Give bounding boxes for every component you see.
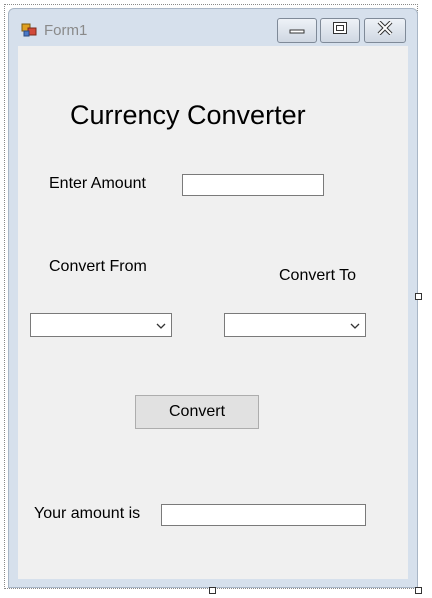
convert-button[interactable]: Convert <box>135 395 259 429</box>
minimize-icon <box>289 22 305 40</box>
minimize-button[interactable] <box>277 18 317 43</box>
convert-from-label: Convert From <box>49 258 147 275</box>
close-button[interactable] <box>364 18 406 43</box>
form-app-icon <box>21 22 37 38</box>
resize-handle-corner[interactable] <box>415 587 422 594</box>
amount-label: Enter Amount <box>49 175 146 192</box>
result-output[interactable] <box>161 504 366 526</box>
page-title: Currency Converter <box>70 100 306 130</box>
chevron-down-icon <box>349 319 361 331</box>
chevron-down-icon <box>155 319 167 331</box>
window-title: Form1 <box>44 22 88 39</box>
resize-handle-bottom[interactable] <box>209 587 216 594</box>
result-label: Your amount is <box>34 505 141 522</box>
form-client-area: Currency Converter Enter Amount Convert … <box>18 46 408 579</box>
close-icon <box>376 20 394 40</box>
convert-to-dropdown[interactable] <box>224 313 366 337</box>
resize-handle-right[interactable] <box>415 293 422 300</box>
maximize-button[interactable] <box>320 18 360 43</box>
amount-input[interactable] <box>182 174 324 196</box>
form-window: Form1 Currency Converter Enter Amount Co… <box>8 8 418 588</box>
convert-to-label: Convert To <box>279 267 357 284</box>
maximize-icon <box>332 21 348 40</box>
title-bar[interactable]: Form1 <box>9 9 417 47</box>
convert-from-dropdown[interactable] <box>30 313 172 337</box>
